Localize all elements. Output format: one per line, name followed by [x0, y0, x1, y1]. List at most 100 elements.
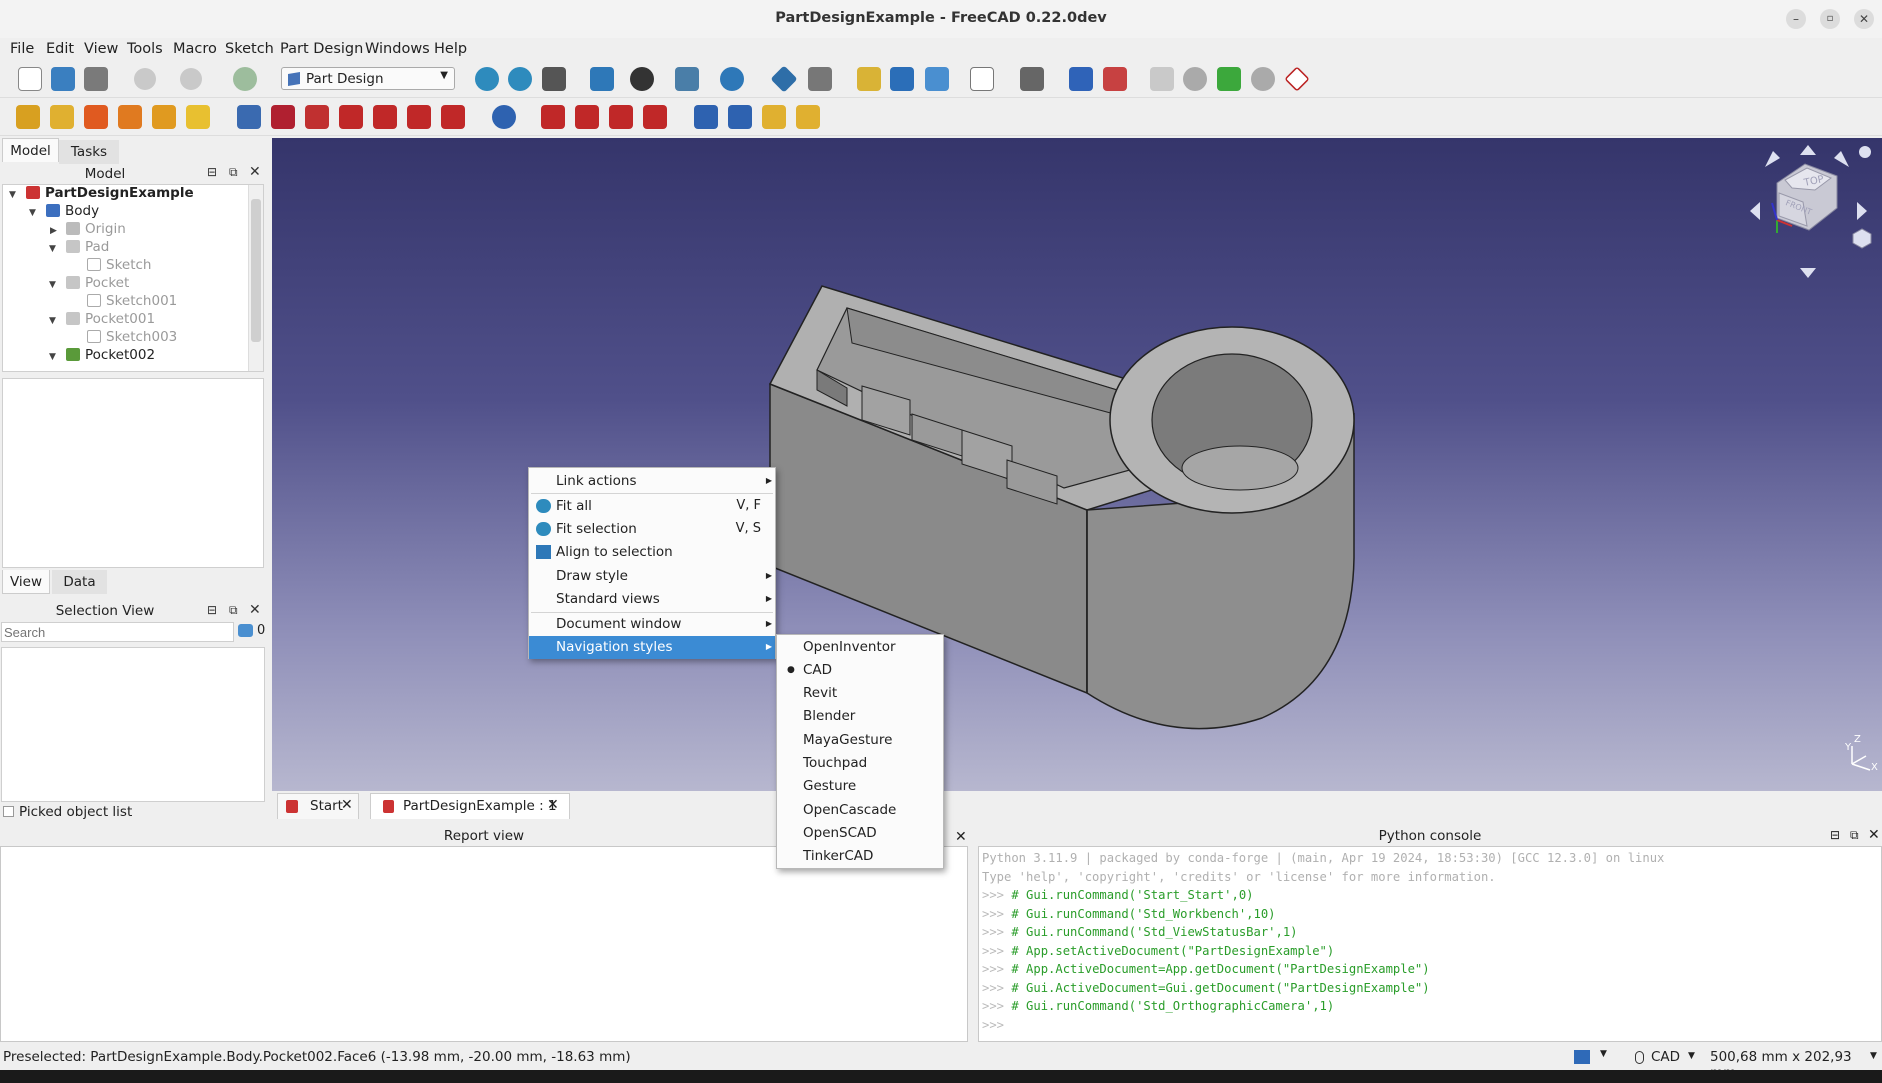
- tree-item-pocket001[interactable]: Pocket001: [66, 311, 155, 329]
- nav-style-openscad[interactable]: OpenSCAD: [777, 822, 943, 845]
- thickness-icon[interactable]: [643, 105, 667, 129]
- navigation-cube[interactable]: TOP FRONT: [1737, 138, 1882, 278]
- measure-icon[interactable]: [770, 65, 798, 93]
- subtractive-primitive-icon[interactable]: [441, 105, 465, 129]
- menu-tools[interactable]: Tools: [127, 41, 163, 57]
- arrow-down-icon[interactable]: [1800, 268, 1816, 278]
- tab-start[interactable]: Start ✕: [277, 793, 359, 819]
- nav-style-tinkercad[interactable]: TinkerCAD: [777, 845, 943, 868]
- additive-loft-icon[interactable]: [84, 105, 108, 129]
- minimize-button[interactable]: –: [1786, 9, 1806, 29]
- shape-binder-icon[interactable]: [1217, 67, 1241, 91]
- revolution-icon[interactable]: [50, 105, 74, 129]
- fillet-icon[interactable]: [541, 105, 565, 129]
- draft-icon[interactable]: [609, 105, 633, 129]
- chamfer-icon[interactable]: [575, 105, 599, 129]
- subtractive-loft-icon[interactable]: [339, 105, 363, 129]
- menu-item-navigation-styles[interactable]: Navigation styles ▶: [529, 636, 775, 659]
- check-geometry-icon[interactable]: [1183, 67, 1207, 91]
- close-icon[interactable]: ✕: [249, 602, 261, 618]
- clone-icon[interactable]: [1251, 67, 1275, 91]
- additive-pipe-icon[interactable]: [118, 105, 142, 129]
- create-sketch-icon[interactable]: [1103, 67, 1127, 91]
- menu-help[interactable]: Help: [434, 41, 467, 57]
- restore-button[interactable]: ▫: [1820, 9, 1840, 29]
- menu-sketch[interactable]: Sketch: [225, 41, 274, 57]
- tab-part-design-example[interactable]: PartDesignExample : 1 ✕: [370, 793, 570, 819]
- camera-icon[interactable]: [1574, 1050, 1590, 1064]
- open-file-icon[interactable]: [51, 67, 75, 91]
- menu-item-align-to-selection[interactable]: Align to selection: [529, 541, 775, 563]
- arrow-up-icon[interactable]: [1800, 145, 1816, 155]
- arrow-right-icon[interactable]: [1857, 202, 1867, 220]
- menu-macro[interactable]: Macro: [173, 41, 217, 57]
- create-group-icon[interactable]: [890, 67, 914, 91]
- subtractive-helix-icon[interactable]: [407, 105, 431, 129]
- tab-data[interactable]: Data: [52, 570, 107, 594]
- menu-item-fit-all[interactable]: Fit all V, F: [529, 495, 775, 517]
- view-iso-icon[interactable]: [1852, 228, 1872, 249]
- chevron-down-icon[interactable]: ▼: [1688, 1051, 1695, 1061]
- whats-this-icon[interactable]: [1020, 67, 1044, 91]
- view-menu-icon[interactable]: [1859, 146, 1871, 158]
- linear-pattern-icon[interactable]: [728, 105, 752, 129]
- close-icon[interactable]: ✕: [955, 829, 967, 845]
- collapse-icon[interactable]: ▼: [9, 190, 16, 200]
- additive-helix-icon[interactable]: [152, 105, 176, 129]
- groove-icon[interactable]: [305, 105, 329, 129]
- fit-selection-icon[interactable]: [508, 67, 532, 91]
- float-icon[interactable]: ⊟: [1830, 828, 1840, 842]
- tree-item-sketch003[interactable]: Sketch003: [87, 329, 177, 347]
- nav-style-blender[interactable]: Blender: [777, 705, 943, 728]
- make-link-icon[interactable]: [925, 67, 949, 91]
- menu-item-fit-selection[interactable]: Fit selection V, S: [529, 518, 775, 540]
- nav-style-opencascade[interactable]: OpenCascade: [777, 799, 943, 822]
- variable-set-icon[interactable]: [970, 67, 994, 91]
- 3d-viewport[interactable]: TOP FRONT Z Y X: [272, 138, 1882, 791]
- tree-item-pocket[interactable]: Pocket: [66, 275, 129, 293]
- pocket-icon[interactable]: [237, 105, 261, 129]
- close-icon[interactable]: ✕: [1868, 827, 1880, 843]
- close-button[interactable]: ✕: [1854, 9, 1874, 29]
- undock-icon[interactable]: ⧉: [229, 165, 238, 180]
- nav-style-cad[interactable]: ● CAD: [777, 659, 943, 682]
- tab-model[interactable]: Model: [2, 138, 59, 162]
- undo-icon[interactable]: [134, 68, 156, 90]
- menu-item-link-actions[interactable]: Link actions ▶: [529, 470, 775, 492]
- close-tab-icon[interactable]: ✕: [341, 797, 353, 813]
- align-to-selection-icon[interactable]: [590, 67, 614, 91]
- tree-item-pad[interactable]: Pad: [66, 239, 109, 257]
- undock-icon[interactable]: ⧉: [1850, 828, 1859, 843]
- save-icon[interactable]: [84, 67, 108, 91]
- collapse-icon[interactable]: ▼: [49, 316, 56, 326]
- float-icon[interactable]: ⊟: [207, 165, 217, 179]
- create-body-icon[interactable]: [1069, 67, 1093, 91]
- rotate-left-icon[interactable]: [1765, 151, 1780, 167]
- close-tab-icon[interactable]: ✕: [547, 797, 559, 813]
- tree-scrollbar[interactable]: [248, 185, 263, 371]
- tree-item-sketch[interactable]: Sketch: [87, 257, 151, 275]
- polar-pattern-icon[interactable]: [762, 105, 786, 129]
- chevron-down-icon[interactable]: ▼: [1870, 1051, 1877, 1061]
- collapse-icon[interactable]: ▼: [49, 244, 56, 254]
- new-file-icon[interactable]: [18, 67, 42, 91]
- tree-item-sketch001[interactable]: Sketch001: [87, 293, 177, 311]
- menu-file[interactable]: File: [10, 41, 34, 57]
- tab-tasks[interactable]: Tasks: [59, 140, 119, 164]
- menu-part-design[interactable]: Part Design: [280, 41, 363, 57]
- nav-style-indicator[interactable]: CAD: [1651, 1049, 1680, 1065]
- mirrored-icon[interactable]: [694, 105, 718, 129]
- tree-item-pocket002[interactable]: Pocket002: [66, 347, 155, 365]
- clipping-icon[interactable]: [808, 67, 832, 91]
- tree-item-body[interactable]: Body: [46, 203, 99, 221]
- picked-object-checkbox[interactable]: [3, 806, 14, 817]
- fit-all-icon[interactable]: [475, 67, 499, 91]
- undock-icon[interactable]: ⧉: [229, 603, 238, 618]
- validate-sketch-icon[interactable]: [1150, 67, 1174, 91]
- python-console[interactable]: Python 3.11.9 | packaged by conda-forge …: [978, 846, 1882, 1042]
- standard-views-icon[interactable]: [675, 67, 699, 91]
- additive-primitive-icon[interactable]: [186, 105, 210, 129]
- scrollbar-thumb[interactable]: [251, 199, 261, 342]
- report-view[interactable]: [0, 846, 968, 1042]
- float-icon[interactable]: ⊟: [207, 603, 217, 617]
